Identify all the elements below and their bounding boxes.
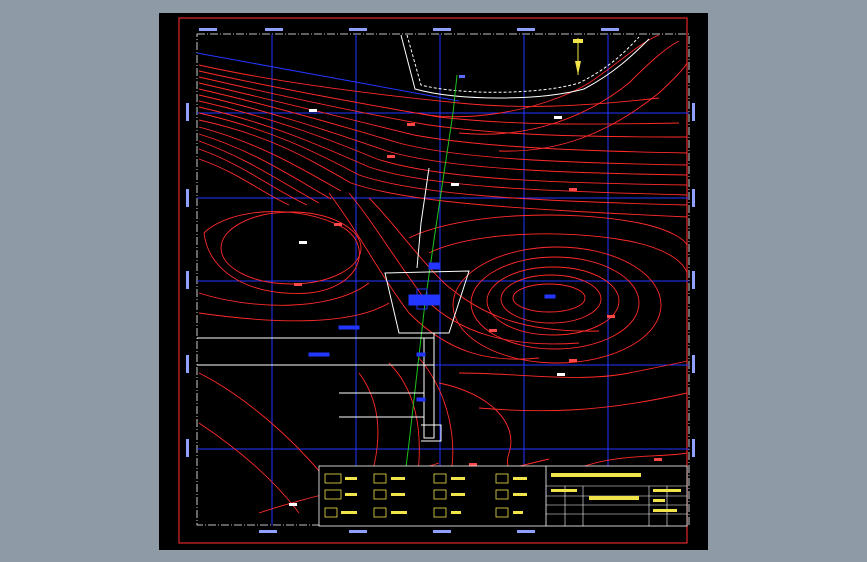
structure-details	[308, 262, 556, 402]
drawing-sheet	[159, 13, 708, 550]
coordinate-grid	[196, 34, 689, 525]
topographic-plan-drawing	[178, 17, 695, 544]
legend-block	[318, 465, 688, 527]
north-arrow-icon	[573, 38, 583, 75]
map-boundary	[196, 33, 690, 526]
